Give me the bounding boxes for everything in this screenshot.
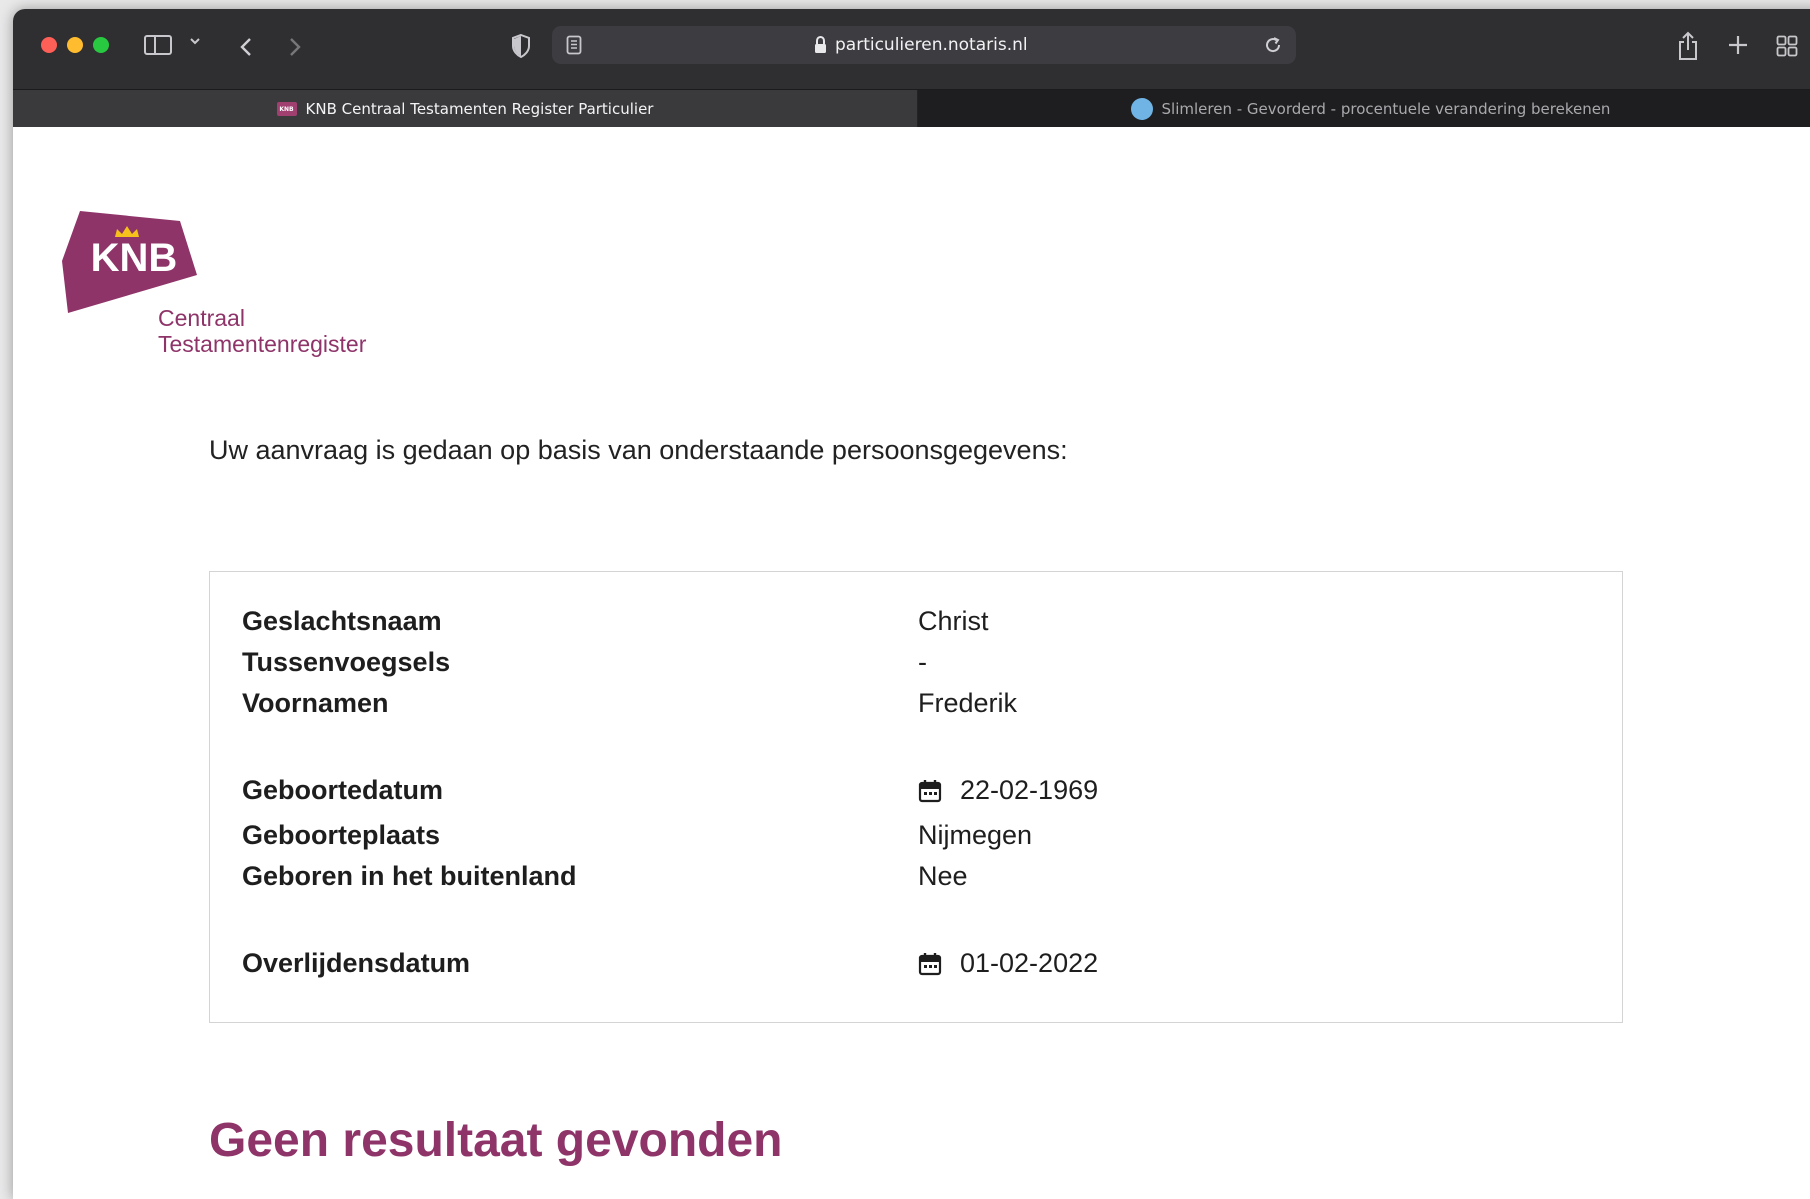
share-icon[interactable]	[1677, 31, 1699, 61]
forward-icon[interactable]	[285, 37, 303, 57]
born-abroad-label: Geboren in het buitenland	[242, 861, 577, 891]
back-icon[interactable]	[238, 37, 256, 57]
plus-icon[interactable]	[1727, 34, 1749, 56]
minimize-window-button[interactable]	[67, 37, 83, 53]
maximize-window-button[interactable]	[93, 37, 109, 53]
chevron-down-icon[interactable]	[189, 35, 201, 47]
logo-subtitle-line1: Centraal	[158, 305, 245, 331]
deathdate-value: 01-02-2022	[918, 948, 1098, 979]
logo-abbr: KNB	[91, 236, 178, 280]
intro-text: Uw aanvraag is gedaan op basis van onder…	[209, 435, 1068, 465]
person-details-card: Geslachtsnaam Christ Tussenvoegsels - Vo…	[209, 571, 1623, 1023]
no-result-heading: Geen resultaat gevonden	[209, 1114, 783, 1167]
deathdate-label: Overlijdensdatum	[242, 948, 471, 978]
url-text: particulieren.notaris.nl	[835, 35, 1028, 55]
surname-value: Christ	[918, 606, 989, 636]
lock-icon	[815, 36, 826, 53]
row-infix: Tussenvoegsels -	[210, 647, 1622, 687]
birthplace-value: Nijmegen	[918, 820, 1033, 850]
sidebar-icon[interactable]	[144, 35, 172, 55]
row-surname: Geslachtsnaam Christ	[210, 606, 1622, 646]
logo-subtitle-line2: Testamentenregister	[158, 331, 367, 357]
birthdate-value: 22-02-1969	[918, 775, 1098, 806]
calendar-icon	[918, 952, 942, 975]
logo-subtitle: Centraal Testamentenregister	[158, 305, 366, 357]
firstnames-value: Frederik	[918, 688, 1018, 718]
born-abroad-value: Nee	[918, 861, 968, 891]
slimleren-favicon-icon	[1130, 98, 1153, 120]
tabs-overview-icon[interactable]	[1776, 35, 1798, 57]
reader-icon[interactable]	[566, 35, 582, 55]
firstnames-label: Voornamen	[242, 688, 389, 718]
address-bar[interactable]: particulieren.notaris.nl	[552, 26, 1296, 64]
knb-favicon-icon: KNB	[276, 102, 297, 116]
row-birthdate: Geboortedatum 22-02-1969	[210, 775, 1622, 815]
tab-slimleren[interactable]: Slimleren - Gevorderd - procentuele vera…	[918, 90, 1810, 128]
browser-toolbar: particulieren.notaris.nl	[13, 9, 1810, 89]
tab-strip: KNB KNB Centraal Testamenten Register Pa…	[13, 89, 1810, 128]
tab-label: KNB Centraal Testamenten Register Partic…	[305, 100, 654, 118]
row-deathdate: Overlijdensdatum 01-02-2022	[210, 948, 1622, 988]
shield-icon[interactable]	[510, 33, 532, 59]
browser-window: particulieren.notaris.nl KNB KNB Centraa…	[13, 9, 1810, 1199]
knb-logo-mark: KNB	[62, 211, 197, 313]
surname-label: Geslachtsnaam	[242, 606, 442, 636]
knb-logo[interactable]: KNB Centraal Testamentenregister	[62, 209, 366, 357]
tab-knb[interactable]: KNB KNB Centraal Testamenten Register Pa…	[13, 90, 917, 128]
calendar-icon	[918, 779, 942, 802]
infix-value: -	[918, 647, 927, 677]
web-page: KNB Centraal Testamentenregister Uw aanv…	[13, 127, 1810, 1199]
birthdate-label: Geboortedatum	[242, 775, 444, 805]
row-firstnames: Voornamen Frederik	[210, 688, 1622, 728]
tab-label: Slimleren - Gevorderd - procentuele vera…	[1161, 100, 1611, 118]
infix-label: Tussenvoegsels	[242, 647, 451, 677]
birthplace-label: Geboorteplaats	[242, 820, 441, 850]
reload-icon[interactable]	[1264, 36, 1282, 54]
row-born-abroad: Geboren in het buitenland Nee	[210, 861, 1622, 901]
close-window-button[interactable]	[41, 37, 57, 53]
row-birthplace: Geboorteplaats Nijmegen	[210, 820, 1622, 860]
